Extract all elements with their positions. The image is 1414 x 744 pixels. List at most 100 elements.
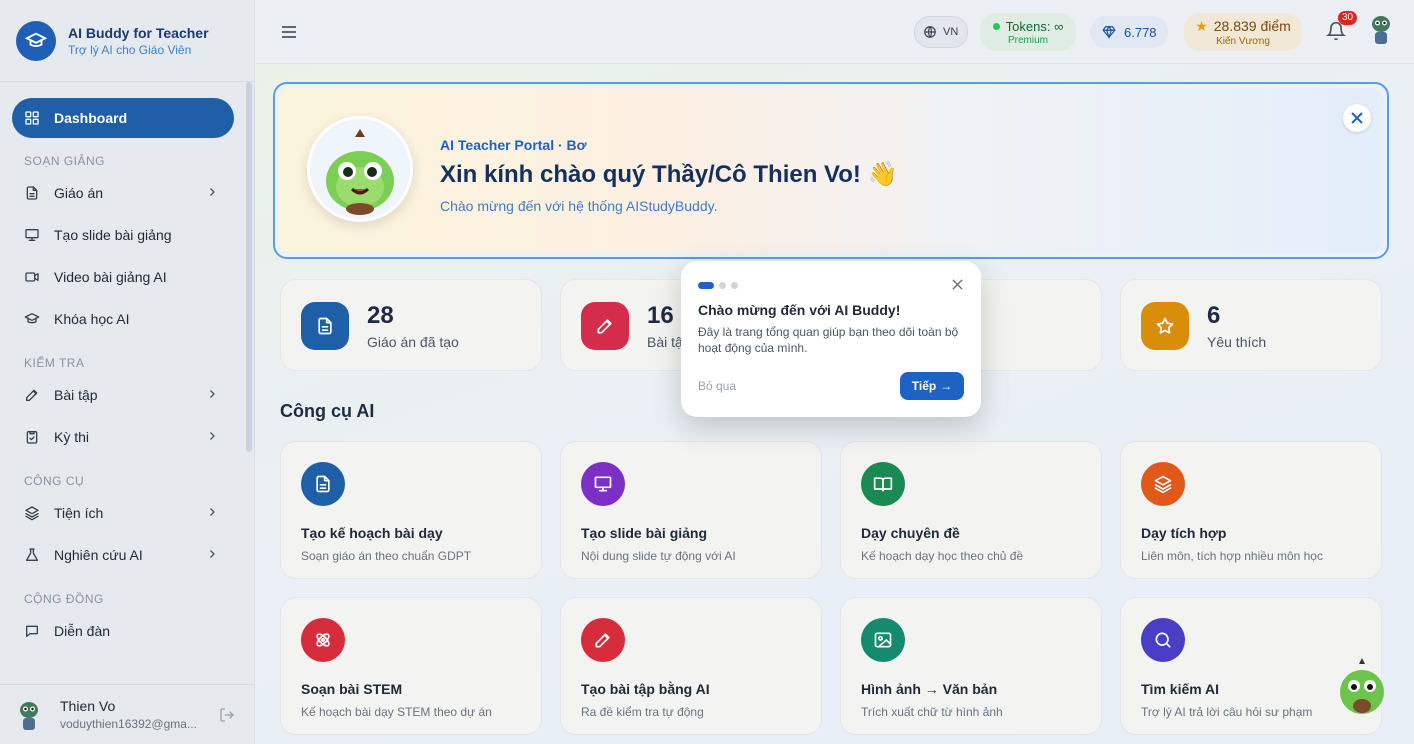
diamonds-count: 6.778 (1124, 24, 1157, 40)
sidebar-item-giao-an[interactable]: Giáo án (12, 172, 234, 214)
tool-card-day-chuyen-de[interactable]: Dạy chuyên đề Kế hoạch dạy học theo chủ đ… (840, 441, 1102, 579)
tool-title: Hình ảnh → Văn bản (861, 681, 998, 697)
tour-skip-button[interactable]: Bỏ qua (698, 379, 736, 393)
brand-subtitle: Trợ lý AI cho Giáo Viên (68, 42, 192, 57)
sidebar: AI Buddy for Teacher Trợ lý AI cho Giáo … (0, 0, 255, 744)
hamburger-menu-icon[interactable] (280, 24, 298, 40)
star-icon: ★ (1195, 17, 1208, 34)
tool-description: Kế hoạch dạy học theo chủ đề (861, 549, 1024, 563)
book-open-icon (873, 477, 893, 492)
diamonds-badge[interactable]: 6.778 (1090, 16, 1168, 48)
presentation-icon (594, 476, 612, 492)
presentation-icon (25, 229, 39, 241)
image-icon (874, 632, 892, 648)
sidebar-item-label: Khóa học AI (54, 311, 130, 327)
tool-card-tao-bai-tap-bang-ai[interactable]: Tạo bài tập bằng AI Ra đề kiểm tra tự độn… (560, 597, 822, 735)
layers-icon (1154, 475, 1172, 494)
tool-description: Soạn giáo án theo chuẩn GDPT (301, 549, 472, 563)
avatar[interactable] (1368, 12, 1394, 46)
sidebar-item-label: Diễn đàn (54, 623, 111, 639)
language-switcher[interactable]: VN (914, 16, 968, 48)
document-icon (316, 475, 330, 493)
welcome-title: Xin kính chào quý Thầy/Cô Thien Vo! 👋 (440, 160, 897, 189)
document-icon (318, 317, 332, 335)
sidebar-item-dashboard[interactable]: Dashboard (12, 98, 234, 138)
sidebar-section-heading: KIỂM TRA (24, 356, 85, 370)
sidebar-scrollbar[interactable] (246, 82, 252, 452)
tour-step-dot (698, 282, 714, 289)
chat-bubble-icon (26, 625, 38, 637)
graduation-cap-logo-icon (16, 20, 56, 61)
tool-description: Nội dung slide tự động với AI (581, 549, 736, 563)
sidebar-item-label: Bài tập (54, 387, 98, 403)
tool-icon-circle (581, 618, 625, 662)
close-icon[interactable] (952, 279, 963, 290)
tool-icon-circle (861, 618, 905, 662)
points-label: 28.839 điểm (1213, 18, 1291, 34)
sidebar-item-tao-slide-bai-giang[interactable]: Tạo slide bài giảng (12, 214, 234, 256)
portal-tag: AI Teacher Portal · Bơ (440, 137, 587, 153)
sidebar-item-tien-ich[interactable]: Tiện ích (12, 492, 234, 534)
sidebar-item-ky-thi[interactable]: Kỳ thi (12, 416, 234, 458)
stat-label: Giáo án đã tạo (367, 334, 459, 350)
welcome-banner: AI Teacher Portal · Bơ Xin kính chào quý… (273, 82, 1389, 259)
tool-description: Kế hoạch bài dạy STEM theo dự án (301, 705, 492, 719)
stat-card[interactable]: 28 Giáo án đã tạo (280, 279, 542, 371)
tool-title: Tìm kiếm AI (1141, 681, 1220, 697)
tool-icon-circle (301, 618, 345, 662)
sidebar-item-nghien-cuu-ai[interactable]: Nghiên cứu AI (12, 534, 234, 576)
tool-title: Tạo kế hoạch bài dạy (301, 525, 443, 541)
stat-icon-box (1141, 302, 1189, 350)
sidebar-item-khoa-hoc-ai[interactable]: Khóa học AI (12, 298, 234, 340)
tool-card-day-tich-hop[interactable]: Dạy tích hợp Liên môn, tích hợp nhiều môn… (1120, 441, 1382, 579)
tool-icon-circle (581, 462, 625, 506)
tool-title: Dạy tích hợp (1141, 525, 1227, 541)
chevron-right-icon (210, 390, 215, 398)
rank-label: Kiến Vương (1216, 35, 1270, 47)
arrow-right-icon: → (940, 379, 953, 393)
tokens-badge[interactable]: Tokens: ∞ Premium (980, 13, 1076, 51)
tool-card-tao-slide-bai-giang[interactable]: Tạo slide bài giảng Nội dung slide tự độn… (560, 441, 822, 579)
user-profile[interactable]: Thien Vo voduythien16392@gma... (0, 684, 255, 744)
chevron-right-icon (210, 432, 215, 440)
atom-icon (316, 633, 330, 647)
pencil-icon (595, 633, 610, 648)
status-dot-icon (992, 22, 1000, 30)
pencil-icon (26, 389, 38, 401)
flask-icon (26, 548, 38, 561)
avatar (20, 701, 38, 730)
tool-card-soan-bai-stem[interactable]: Soạn bài STEM Kế hoạch bài dạy STEM theo … (280, 597, 542, 735)
sidebar-item-label: Tạo slide bài giảng (54, 227, 172, 243)
welcome-title-text: Xin kính chào quý Thầy/Cô Thien Vo! (440, 161, 861, 188)
brand[interactable]: AI Buddy for Teacher Trợ lý AI cho Giáo … (0, 0, 254, 82)
top-bar: VN Tokens: ∞ Premium 6.778 ★ 28.839 điểm … (256, 0, 1414, 64)
chevron-right-icon (210, 508, 215, 516)
tool-title: Tạo slide bài giảng (581, 525, 708, 541)
points-badge[interactable]: ★ 28.839 điểm Kiến Vương (1184, 13, 1302, 51)
tool-card-tao-ke-hoach-bai-day[interactable]: Tạo kế hoạch bài dạy Soạn giáo án theo ch… (280, 441, 542, 579)
banner-close-button[interactable] (1343, 104, 1371, 132)
graduation-cap-icon (24, 313, 40, 324)
sidebar-nav: Dashboard SOẠN GIẢNG Giáo án Tạo slide bài… (12, 98, 234, 652)
stat-value: 28 (367, 302, 394, 329)
globe-icon (924, 26, 936, 38)
welcome-subtitle: Chào mừng đến với hệ thống AIStudyBuddy. (440, 198, 718, 214)
stat-value: 6 (1207, 302, 1221, 329)
sidebar-item-video-bai-giang-ai[interactable]: Video bài giảng AI (12, 256, 234, 298)
tool-description: Trợ lý AI trả lời câu hỏi sư phạm (1141, 705, 1313, 719)
stat-card[interactable]: 6 Yêu thích (1120, 279, 1382, 371)
tokens-label: Tokens: ∞ (1005, 18, 1064, 34)
sidebar-item-dien-dan[interactable]: Diễn đàn (12, 610, 234, 652)
tool-description: Ra đề kiểm tra tự động (581, 705, 704, 719)
sidebar-section-heading: CỘNG ĐỒNG (24, 592, 104, 606)
tour-next-button[interactable]: Tiếp → (900, 372, 964, 400)
logout-icon[interactable] (219, 707, 235, 723)
dashboard-grid-icon (25, 111, 39, 125)
sidebar-section-heading: SOẠN GIẢNG (24, 154, 106, 168)
sidebar-item-label: Giáo án (54, 185, 104, 201)
sidebar-item-bai-tap[interactable]: Bài tập (12, 374, 234, 416)
tool-description: Liên môn, tích hợp nhiều môn học (1141, 549, 1323, 563)
user-name: Thien Vo (60, 698, 116, 714)
tool-card-hinh-anh-van-ban[interactable]: Hình ảnh → Văn bản Trích xuất chữ từ hình… (840, 597, 1102, 735)
chat-assistant-mascot-button[interactable] (1336, 656, 1388, 722)
